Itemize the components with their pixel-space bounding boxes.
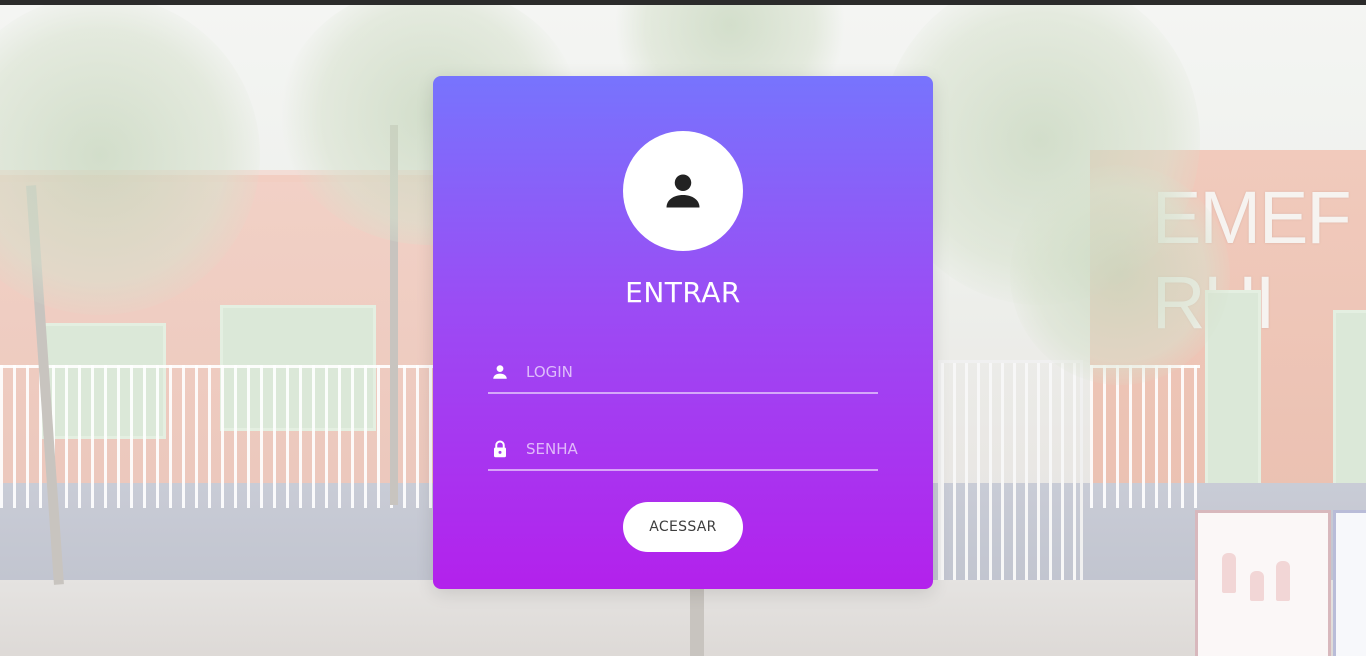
building-window [1333, 310, 1366, 486]
password-field [488, 429, 878, 471]
tree [1010, 165, 1230, 385]
poster-figure [1222, 553, 1236, 593]
fence [0, 365, 440, 508]
avatar [623, 131, 743, 251]
password-input[interactable] [524, 439, 868, 459]
user-icon [666, 174, 700, 208]
login-field [488, 352, 878, 394]
tree-trunk [690, 585, 704, 656]
school-poster [1333, 510, 1366, 656]
login-title: ENTRAR [625, 276, 741, 309]
user-icon [490, 362, 510, 382]
login-input[interactable] [524, 362, 868, 382]
poster-figure [1276, 561, 1290, 601]
poster-figure [1250, 571, 1264, 601]
fence [1090, 365, 1200, 508]
school-poster [1195, 510, 1331, 656]
acessar-button[interactable]: ACESSAR [623, 502, 743, 552]
sidewalk [0, 580, 1366, 656]
lock-icon [490, 439, 510, 459]
login-card: ENTRAR ACESSAR [433, 76, 933, 589]
